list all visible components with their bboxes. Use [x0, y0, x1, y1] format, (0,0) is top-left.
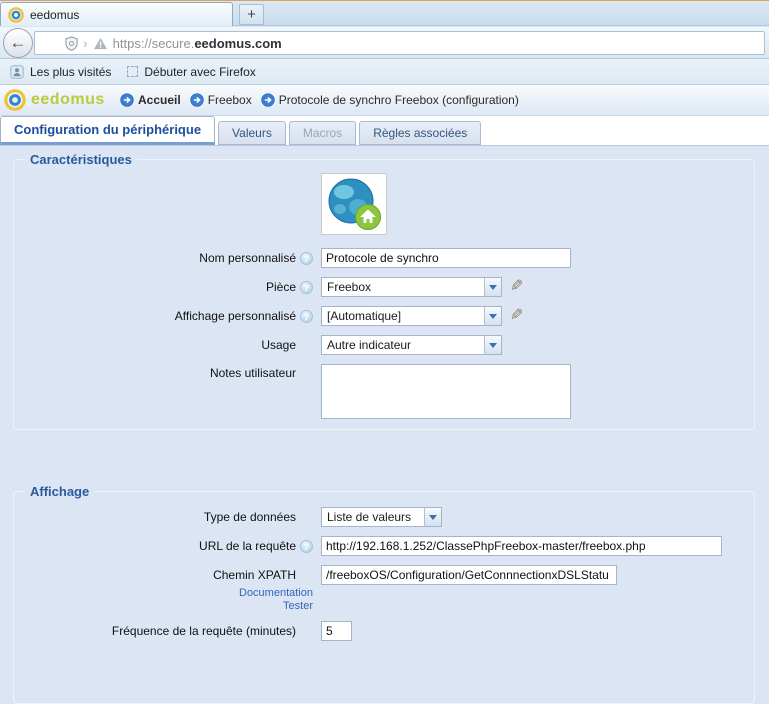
piece-select[interactable]: Freebox — [321, 277, 502, 297]
dropdown-button[interactable] — [484, 278, 501, 296]
documentation-link[interactable]: Documentation — [14, 587, 313, 600]
type-de-donnees-select-value: Liste de valeurs — [322, 510, 424, 524]
tab-configuration-du-peripherique[interactable]: Configuration du périphérique — [0, 116, 215, 145]
breadcrumb-accueil[interactable]: Accueil — [120, 93, 181, 107]
edit-pencil-icon[interactable]: ✎ — [510, 308, 523, 324]
chevron-down-icon — [429, 515, 437, 520]
help-icon[interactable]: ? — [300, 281, 313, 294]
field-label-url-requete: URL de la requête — [14, 539, 296, 553]
new-tab-button[interactable]: + — [239, 4, 264, 25]
nom-personnalise-input[interactable] — [321, 248, 571, 268]
affichage-personnalise-select[interactable]: [Automatique] — [321, 306, 502, 326]
browser-tab-strip: eedomus + — [0, 0, 769, 26]
url-requete-input[interactable] — [321, 536, 722, 556]
field-label-type-de-donnees: Type de données — [14, 510, 296, 524]
bookmarks-bar: Les plus visités Débuter avec Firefox — [0, 59, 769, 85]
breadcrumb: Accueil Freebox Protocole de synchro Fre… — [120, 93, 519, 107]
arrow-circle-icon — [120, 93, 134, 107]
arrow-circle-icon — [190, 93, 204, 107]
dropdown-button[interactable] — [484, 336, 501, 354]
breadcrumb-label: Freebox — [208, 93, 252, 107]
browser-tab[interactable]: eedomus — [0, 2, 233, 26]
section-title: Affichage — [25, 484, 94, 499]
chevron-down-icon — [489, 285, 497, 290]
affichage-personnalise-select-value: [Automatique] — [322, 309, 484, 323]
field-label-notes-utilisateur: Notes utilisateur — [14, 364, 296, 380]
section-affichage: Affichage Type de données Liste de valeu… — [13, 484, 755, 704]
chevron-icon: › — [83, 35, 88, 51]
browser-navbar: ← › https://secure.eedomus.com — [0, 27, 769, 59]
warning-triangle-icon — [93, 37, 108, 50]
logo-text: eedomus — [31, 91, 105, 109]
chemin-xpath-input[interactable] — [321, 565, 617, 585]
dropdown-button[interactable] — [484, 307, 501, 325]
field-label-piece: Pièce — [14, 280, 296, 294]
device-icon — [321, 173, 387, 235]
field-label-frequence-requete: Fréquence de la requête (minutes) — [14, 624, 296, 638]
field-label-chemin-xpath: Chemin XPATH — [14, 568, 296, 582]
favicon-eedomus-icon — [8, 7, 24, 23]
notes-utilisateur-textarea[interactable] — [321, 364, 571, 419]
dropdown-button[interactable] — [424, 508, 441, 526]
tab-regles-associees[interactable]: Règles associées — [359, 121, 481, 145]
usage-select[interactable]: Autre indicateur — [321, 335, 502, 355]
bookmark-most-visited[interactable]: Les plus visités — [6, 63, 115, 81]
browser-tab-title: eedomus — [30, 8, 79, 22]
url-text: https://secure.eedomus.com — [113, 36, 282, 51]
bookmark-getting-started[interactable]: Débuter avec Firefox — [123, 63, 259, 81]
bookmark-label: Débuter avec Firefox — [144, 65, 255, 79]
tester-link[interactable]: Tester — [14, 600, 313, 613]
arrow-circle-icon — [261, 93, 275, 107]
help-icon[interactable]: ? — [300, 310, 313, 323]
most-visited-icon — [10, 65, 24, 79]
page-tab-bar: Configuration du périphérique Valeurs Ma… — [0, 116, 769, 146]
breadcrumb-label: Accueil — [138, 93, 181, 107]
bookmark-label: Les plus visités — [30, 65, 111, 79]
help-icon[interactable]: ? — [300, 252, 313, 265]
xpath-links: Documentation Tester — [14, 587, 313, 613]
help-icon[interactable]: ? — [300, 540, 313, 553]
eedomus-logo-icon — [4, 89, 26, 111]
back-button[interactable]: ← — [3, 28, 33, 58]
field-label-nom-personnalise: Nom personnalisé — [14, 251, 296, 265]
eedomus-logo[interactable]: eedomus — [0, 89, 120, 111]
breadcrumb-freebox[interactable]: Freebox — [190, 93, 252, 107]
tab-macros: Macros — [289, 121, 356, 145]
site-header: eedomus Accueil Freebox — [0, 85, 769, 116]
url-domain: eedomus.com — [194, 36, 281, 51]
edit-pencil-icon[interactable]: ✎ — [510, 279, 523, 295]
field-label-usage: Usage — [14, 338, 296, 352]
breadcrumb-label: Protocole de synchro Freebox (configurat… — [279, 93, 519, 107]
field-label-affichage-personnalise: Affichage personnalisé — [14, 309, 296, 323]
shield-icon — [65, 36, 78, 51]
url-bar[interactable]: › https://secure.eedomus.com — [34, 31, 765, 55]
url-prefix: https://secure. — [113, 36, 195, 51]
usage-select-value: Autre indicateur — [322, 338, 484, 352]
page-content: Caractéristiques Nom personnalisé ? — [0, 146, 769, 664]
breadcrumb-protocole[interactable]: Protocole de synchro Freebox (configurat… — [261, 93, 519, 107]
frequence-requete-input[interactable] — [321, 621, 352, 641]
placeholder-favicon-icon — [127, 66, 138, 77]
section-title: Caractéristiques — [25, 152, 137, 167]
chevron-down-icon — [489, 343, 497, 348]
type-de-donnees-select[interactable]: Liste de valeurs — [321, 507, 442, 527]
tab-valeurs[interactable]: Valeurs — [218, 121, 286, 145]
chevron-down-icon — [489, 314, 497, 319]
piece-select-value: Freebox — [322, 280, 484, 294]
section-caracteristiques: Caractéristiques Nom personnalisé ? — [13, 152, 755, 430]
